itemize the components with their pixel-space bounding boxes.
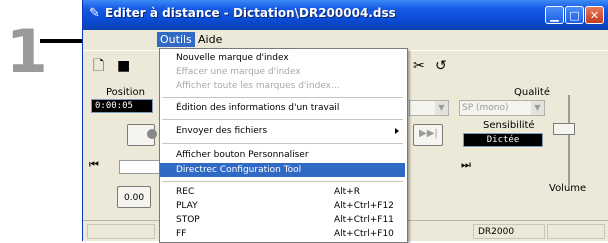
status-device: DR2000 [473, 224, 545, 239]
quality-value: SP (mono) [462, 103, 509, 113]
menu-item-show-custom-button[interactable]: Afficher bouton Personnaliser [160, 148, 405, 162]
undo-icon[interactable]: ↺ [435, 59, 447, 73]
mode-select[interactable]: ▼ [409, 100, 449, 116]
save-icon[interactable]: ■ [117, 59, 130, 73]
menu-item-rec[interactable]: REC Alt+R [160, 185, 405, 199]
menu-item-ff[interactable]: FF Alt+Ctrl+F10 [160, 227, 405, 241]
menu-item-new-index-mark[interactable]: Nouvelle marque d'index [160, 51, 405, 65]
step-number: 1 [6, 17, 48, 87]
menu-item-delete-index-mark[interactable]: Effacer une marque d'index [160, 65, 405, 79]
close-icon[interactable]: ✕ [585, 6, 604, 24]
chevron-down-icon: ▼ [531, 101, 544, 115]
menu-item-directrec-config-tool[interactable]: Directrec Configuration Tool [160, 163, 405, 177]
chevron-down-icon: ▼ [435, 101, 448, 115]
menu-item-play[interactable]: PLAY Alt+Ctrl+F12 [160, 199, 405, 213]
window-title: Editer à distance - Dictation\DR200004.d… [105, 6, 396, 20]
record-icon [147, 129, 157, 139]
position-slider[interactable] [119, 160, 161, 174]
volume-label: Volume [549, 183, 587, 194]
new-file-icon[interactable]: 🗋 [93, 59, 104, 73]
quality-label: Qualité [514, 87, 550, 98]
volume-slider-track[interactable] [568, 95, 570, 185]
position-display: 0:00:05 [91, 99, 153, 113]
menu-separator [162, 181, 403, 182]
outils-dropdown-menu: Nouvelle marque d'index Effacer une marq… [159, 48, 408, 243]
menu-separator [162, 143, 403, 144]
counter-value: 0.00 [124, 193, 145, 203]
menu-item-edit-job-info[interactable]: Édition des informations d'un travail [160, 101, 405, 115]
chevron-right-icon [395, 128, 399, 134]
scissors-icon[interactable]: ✂ [413, 59, 425, 73]
volume-slider-thumb[interactable] [553, 123, 575, 135]
quality-select[interactable]: SP (mono) ▼ [459, 100, 545, 116]
menu-bar: Outils Aide [83, 30, 608, 48]
pen-icon: ✎ [89, 6, 100, 21]
menu-item-show-all-index-marks[interactable]: Afficher toute les marques d'index... [160, 79, 405, 93]
menu-separator [162, 119, 403, 120]
skip-end-icon[interactable]: ⏭ [461, 158, 471, 172]
menu-outils[interactable]: Outils [157, 32, 195, 47]
menu-item-stop[interactable]: STOP Alt+Ctrl+F11 [160, 213, 405, 227]
rewind-icon[interactable]: ⏮ [89, 158, 99, 172]
status-cell [87, 224, 155, 239]
position-label: Position [106, 87, 145, 98]
menu-item-send-files[interactable]: Envoyer des fichiers [160, 124, 405, 138]
title-bar[interactable]: ✎ Editer à distance - Dictation\DR200004… [83, 0, 608, 30]
menu-aide[interactable]: Aide [195, 32, 225, 47]
sensitivity-display: Dictée [463, 133, 543, 147]
menu-separator [162, 97, 403, 98]
minimize-icon[interactable]: ▁ [545, 6, 564, 24]
maximize-icon[interactable]: □ [565, 6, 584, 24]
fast-forward-icon: ▶▶| [419, 128, 438, 139]
sensitivity-label: Sensibilité [483, 120, 535, 131]
status-cell [547, 224, 605, 239]
